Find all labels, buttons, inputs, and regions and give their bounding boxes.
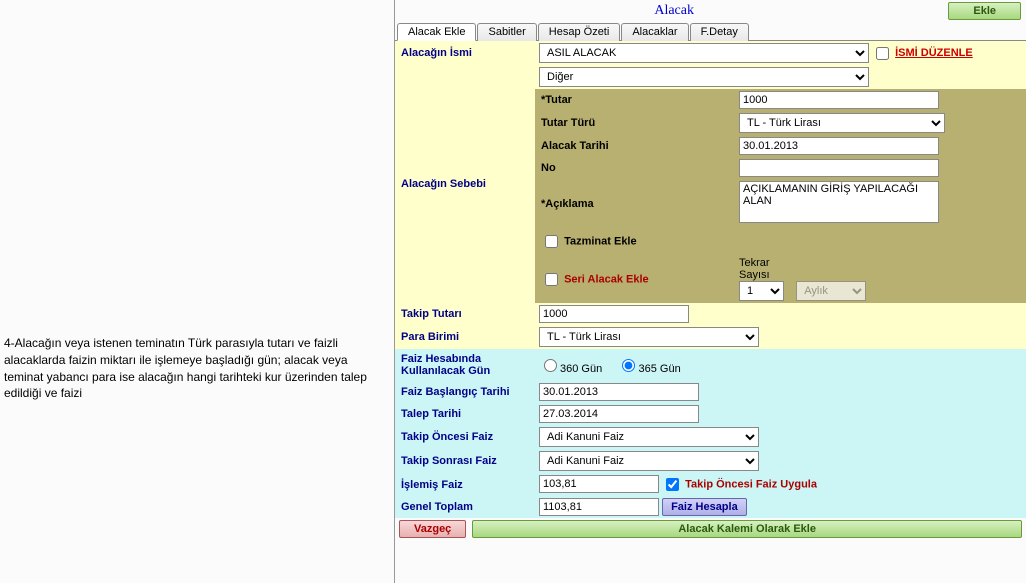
textarea-aciklama[interactable]: AÇIKLAMANIN GİRİŞ YAPILACAĞI ALAN [739, 181, 939, 223]
button-faiz-hesapla[interactable]: Faiz Hesapla [662, 498, 747, 516]
label-aciklama: *Açıklama [535, 179, 735, 228]
input-takip-tutari[interactable] [539, 305, 689, 323]
label-faiz-baslangic: Faiz Başlangıç Tarihi [395, 381, 535, 403]
radio-360[interactable] [544, 359, 557, 372]
tab-fdetay[interactable]: F.Detay [690, 23, 749, 41]
select-alacagin-ismi[interactable]: ASIL ALACAK [539, 43, 869, 63]
radio-365-wrap[interactable]: 365 Gün [617, 363, 680, 375]
select-takip-oncesi[interactable]: Adi Kanuni Faiz [539, 427, 759, 447]
checkbox-takip-oncesi-uygula[interactable] [666, 478, 679, 491]
add-button[interactable]: Ekle [948, 2, 1021, 20]
label-takip-oncesi: Takip Öncesi Faiz [395, 425, 535, 449]
label-seri-alacak-ekle: Seri Alacak Ekle [564, 273, 649, 285]
label-tutar-turu: Tutar Türü [535, 111, 735, 135]
select-tekrar-sayisi[interactable]: 1 [739, 281, 784, 301]
right-panel: Alacak Ekle Alacak Ekle Sabitler Hesap Ö… [395, 0, 1026, 583]
select-para-birimi[interactable]: TL - Türk Lirası [539, 327, 759, 347]
input-no[interactable] [739, 159, 939, 177]
label-tutar: *Tutar [535, 89, 735, 111]
tab-sabitler[interactable]: Sabitler [477, 23, 536, 41]
left-help-text: 4-Alacağın veya istenen teminatın Türk p… [4, 335, 390, 402]
label-takip-oncesi-uygula: Takip Öncesi Faiz Uygula [685, 478, 817, 490]
radio-360-wrap[interactable]: 360 Gün [539, 363, 602, 375]
form-area: Alacağın İsmi ASIL ALACAK İSMİ DÜZENLE A… [395, 41, 1026, 583]
label-alacagin-ismi: Alacağın İsmi [395, 41, 535, 65]
header-row: Alacak Ekle [395, 0, 1026, 22]
label-alacak-tarihi: Alacak Tarihi [535, 135, 735, 157]
label-para-birimi: Para Birimi [395, 325, 535, 349]
tab-alacaklar[interactable]: Alacaklar [621, 23, 688, 41]
tab-hesap-ozeti[interactable]: Hesap Özeti [538, 23, 621, 41]
input-alacak-tarihi[interactable] [739, 137, 939, 155]
input-talep-tarihi[interactable] [539, 405, 699, 423]
checkbox-seri-alacak-ekle[interactable] [545, 273, 558, 286]
select-takip-sonrasi[interactable]: Adi Kanuni Faiz [539, 451, 759, 471]
input-tutar[interactable] [739, 91, 939, 109]
label-takip-tutari: Takip Tutarı [395, 303, 535, 325]
action-row: Vazgeç Alacak Kalemi Olarak Ekle [395, 518, 1026, 540]
label-talep-tarihi: Talep Tarihi [395, 403, 535, 425]
input-islemis-faiz[interactable] [539, 475, 659, 493]
select-tekrar-period: Aylık [796, 281, 866, 301]
checkbox-tazminat-ekle[interactable] [545, 235, 558, 248]
select-tutar-turu[interactable]: TL - Türk Lirası [739, 113, 945, 133]
checkbox-ismi-duzenle[interactable] [876, 47, 889, 60]
tab-alacak-ekle[interactable]: Alacak Ekle [397, 23, 476, 41]
input-faiz-baslangic[interactable] [539, 383, 699, 401]
input-genel-toplam[interactable] [539, 498, 659, 516]
label-islemis-faiz: İşlemiş Faiz [395, 473, 535, 496]
link-ismi-duzenle[interactable]: İSMİ DÜZENLE [895, 47, 973, 59]
label-genel-toplam: Genel Toplam [395, 496, 535, 518]
label-tekrar-sayisi: TekrarSayısı [739, 257, 770, 281]
left-panel: 4-Alacağın veya istenen teminatın Türk p… [0, 0, 395, 583]
tab-strip: Alacak Ekle Sabitler Hesap Özeti Alacakl… [395, 22, 1026, 41]
radio-365[interactable] [622, 359, 635, 372]
label-no: No [535, 157, 735, 179]
label-faiz-gun: Faiz Hesabında Kullanılacak Gün [395, 349, 535, 381]
label-alacagin-sebebi: Alacağın Sebebi [395, 65, 535, 303]
button-alacak-kalemi-ekle[interactable]: Alacak Kalemi Olarak Ekle [472, 520, 1022, 538]
label-takip-sonrasi: Takip Sonrası Faiz [395, 449, 535, 473]
label-tazminat-ekle: Tazminat Ekle [564, 235, 637, 247]
button-vazgec[interactable]: Vazgeç [399, 520, 466, 538]
page-title: Alacak [400, 3, 948, 19]
select-sebep[interactable]: Diğer [539, 67, 869, 87]
